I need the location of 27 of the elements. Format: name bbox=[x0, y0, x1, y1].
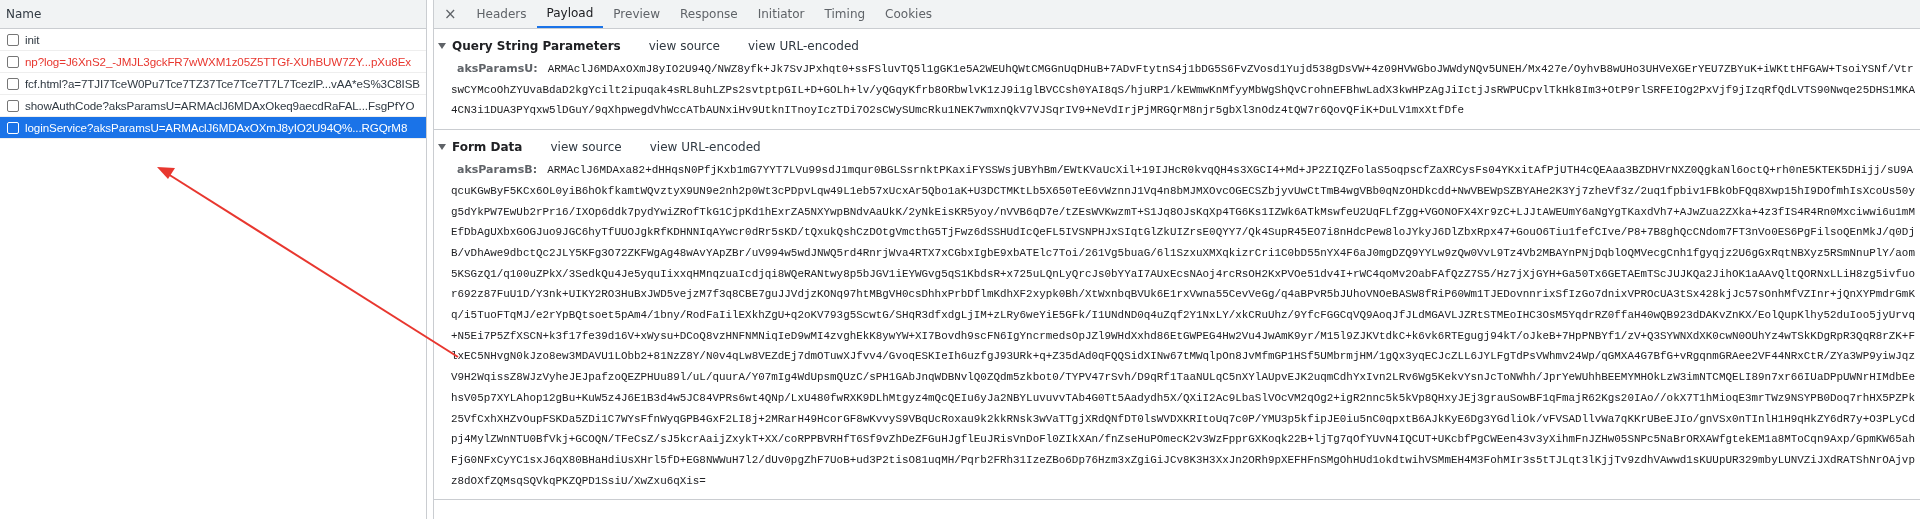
tab[interactable]: Preview bbox=[603, 0, 671, 28]
request-row[interactable]: loginService?aksParamsU=ARMAclJ6MDAxOXmJ8yIO2U94Q%...RGQrM8 bbox=[0, 117, 426, 139]
view-link[interactable]: view source bbox=[550, 140, 622, 155]
expand-triangle-icon[interactable] bbox=[438, 43, 446, 49]
section-title[interactable]: Query String Parameters bbox=[452, 39, 621, 53]
tab[interactable]: Payload bbox=[536, 0, 604, 28]
tab[interactable]: Initiator bbox=[747, 0, 815, 28]
tab[interactable]: Cookies bbox=[875, 0, 943, 28]
view-link[interactable]: view URL-encoded bbox=[649, 140, 761, 155]
checkbox[interactable] bbox=[7, 77, 19, 90]
tab[interactable]: Headers bbox=[466, 0, 537, 28]
request-row[interactable]: init bbox=[0, 29, 426, 51]
request-row[interactable]: np?log=J6XnS2_-JMJL3gckFR7wWXM1z05Z5TTGf-XUhBUW7ZY...pXu8Ex bbox=[0, 51, 426, 73]
close-button[interactable]: × bbox=[434, 0, 467, 28]
section-title[interactable]: Form Data bbox=[452, 140, 523, 155]
tab[interactable]: Response bbox=[670, 0, 748, 28]
expand-triangle-icon[interactable] bbox=[438, 144, 446, 151]
parameter-entry: aksParamsB: ARMAclJ6MDAxa82+dHHqsN0PfjKxb1mG7YYT7LVu99sdJ1mqur0BGLSsrnktPKaxiFYSSWsjUBYhBm/EWtKVaUcXil+19IJHcR0kvqQH4s3XGCI4+Md+JP2ZIQZFolaS5oqpscfZaXRCysFs04YKxitAfPjUTH4cQEAaa3BZDHVrNXZ0QgkaNl6octQ+rh0nE5KTEK5DHijj/sU9AqcuKGwByF5KCx6OL0yiB6hOkfkamtWQvztyX9UN9e2nh2p0Wt3cPDpvLqw49L1eb57xUcxAr5Qbo1aK+U3DCTMKtLb5X650TeE6vWznnJ1Vq4n8bMJMXOvcOGECSZbjyvUwCtTmB4wgVBb0qNzOHDkcdd+NwVBEWpSZBYAHe2K3Yj7zheVf3z/2uq1fpbiv1FBkObFQq8Xwp15hI9DOfmhIsXcoUs50yg5dYkPW7EwUb2rPr16/IXOp6ddk7pydYwiZRofTkG1CjpKd1hExrZA5NXYwpBNdvAaUkK/2yNkEisKR5yoy/nVVB6qD7e/tZEsWVKwzmT+S1Jq8OJsKqXp4TG6Ks1IZWk6ATkMswfeU2UqFLfZgg+VGONOFX4Xr9zC+LJJtAWEUmY6aNgYgTKaxdVh7+AJwZua2ZXka+4z3fIS4R4Rn0Mxciwwi6u1mMEfDbAgUXbxGOGJuo9JGC6hyTfUUOJgkRfKDHNNIqAYwcr0dRr5sKD/tQxukQshCzDOtgVmcthG5TjFwz6dSSHUdIcQeFL5IVSNPHJxSIqtGlZkUIZrsE0QYY7/Qk4SupR45EO7i8nHdcPew8loJYkyJ6DlZbxRpx47+GouO6Tiu1fefCIve/P8+7B8ghQcCNdom7FT3nVo0ES6PgFilsoQEnMkJ/q0DjB/vDhAwe9dbctQc2JLY5KFg3O72ZKFWgAg48wAvYApZBr/uV994w5wdJNWQ5rd4RnrjWva4RTX7xCGbxIgbE9xbATElc7Toi/261Vg5buaG/6l1SzxuXMXqkizrCri1C0bD55nYX4F6aJ0mgDZQ9YYLw9zQw0VvL9Tz4Vb2MBAYnPNjDqblOQMVecgCnh1fgyqjz2U6gGxRqtNBXyz5RSmNnuPlY/aom5KSGzQ1/q100uZPkX/3SedkQu4Je5yquIixxqHMnqzuaIcdjqi8WQeRANtwy8p5bJGV1iEYWGvg5qS1KbdsR+x725uLQnLyQrcJs0bYYaI7AUxEcsNAoj4rcRsOH2KxPVOe51dv4I+rWC4qoMv2OabFAfQzZ7S5/Hz7jXjGYH+Ga50Tx6GETAEmTScJUJKQa2JihOK1aAAvQltQORNxLLiH8zg5ivfuor692z87FuU1D/Y3nk+UIKY2RO3HuBxJWD5vejzM7f3q8CBE7guJJVdjzKONq97htMBgVH0csDhhxPrbDflmKdhXF2xypk0Bh/XtWxnbqBVUk6E1rxVwna55CevVeGg/q4aBPvR5bJUhoVNOeBASW8fRiP60Wm1TJEDovnnrixSfIzGo7dnixVPROcUA3tSx428kjJc57sOnhMfVZInr+jQnXYPmdrGmKq/i5TuoFTqMJ/e2rYpBQtsoet5pAm4/1bny/RodFaIilEXkhZgU+q2oKV793g5ScwtG/SHqR3dfxdgLjIM+zLRy6weYiE5GFk/I1UNdND0q4uZqf2Y1NxLY/xkCRuUhz/9YfcFGGCqVQ9AoqJfJLdMGAVLJZRtSTMEoIHC3OsM5YqdrRZ0ffaH40wQB923dDAKvZnKX/EolQupKlhy52duIoo5jyUrvq+N5Ei7P5ZfXSCN+k3f17fe39d16V+xWysu+DCoQ8vzHNFNMNiqIeD9wMI4zvghEkK8ywYW+XI7Bovdh9scFN6IgYncrmedsOpJZl9WHdXxhd86EtGWPEG4Hw2Vu4JwAmK9yr/M15l9ZJKVtdkC+k6vk6RTEgugj94kT/oJkeB+7HpPNBYf1/zV+Q3SYWNXdXK0cwN0OUhYz4wTSkKDgRpR3QqR8rZK+FlxEC5NHvgN0kJzo8ew3MDAVU1LObb2+81NzZ8Y/N0v4qLw8VEZdEj7dmOTuwXJfvv4/GvoqESKIeIh6uzfgJ93URk+q+Z35dAd0qFQQSidXINw67tMWqlpOn8JvMfmGP1HSf5UMbrmjHM/1gQx3yqECJcZLL6JYLFgTdPsVWhmv24Wp/qGMXA4G7BfG+vRgqnmGRAee2VF44NRxCtR/ZYa3WP9yiwJqzV9H2WqissZ8WJzVyheJEJpafzoQEZPHUu89l/uL/quurA/Y07mIg4WdUpsmQUzC/sPH1GAbJnqWDBNvlQ0ZQdm5zkbot0/TYPV47rSvh/D9qRf1TaaNULqC5nXYlAUpvEJK2uqmCdhYxIvn2LRv6Wg5KekvYsnJcToNWhh/JprYeWUhhBEEMYMHOkLzW3imNTCMQELI89n7xr66IUaDPpUWNrHIMdbEehsV05p7XYLAhop12gBu+KuW5z4J6E1B3d4w5JC84VPRs6wt4QNp/LxU480fwRXK9DLhMtgyz4mQcQEIu6yJa2NBYLuvuvvTAb4G0Tt5Aadydh5X/QXiI2Ac9LbaSlVOcVM2qOg2+igR2nnc5k5kVp8QHxyJEj3grauSowBF1qFmajR62Kgs20IAo//okX7T1hMioqE3mrTWz9NSYPB0Doq7rhHX5PZPk25VfCxhXHZvOupFSKDa5ZDi1C7WYsFfnWyqGPB4GxF2LI8j+2MRarH49HcorGF8wKvvyS9VBqUcRoxau9k2kkRNsk3wVaTTgjXRdQNfDT0lsWVDXKRItoUq7c0P/YMU3p5kfipJE0iu5nC0qpxtB6AJkKyE6Dg3YGdliOk/vFVSADllvWa7qKKrUBeEJIo/gnVSx0nTInlH1H9qHkZY6dR7y+O3PLyCdpj4MylZWnNTU0BfVkj+GCOQN/TFeCsZ/sJ5kcrAaijZxykT+XX/coRPPBVRHfT6Sf9vZhDeZFGuHJgflEuJRisVnDoFl0ZIkXAn/fnZseHuPOmecK2v3WzFpprGXKoqk22B+ljTg7qOfYUvN4IQCUT+UKcbfPgCWEen43v3yXihmFnJZHw05SNPc5NaBrORXAWfgtekEM1a8MToCqn9Axp/GpmKW65ahFjG0NFxCyYC1sxJ6qX80BHaHdiUsXHrl5fD+EG8NWWuH7l2/dUv0pgZhF7UoB+ud3P2tisO81uqMH/Pqrb2FRh31IzeZBo6Dp76Hzm3xZgiGiJCv8K3H3XxJn2ORh9pXEFHFnSMgOhHUd1okdtwihVSMmEH4M3FohMIr3s5tTJLqt3lKjjTv9zdhVAwwd1sKUUpUR329mbyLUNVZiJXdRATShNrOAjvpz8dOXfZQMsqSQVkqPKZQPD1SsiU/XwZxu6qXis= bbox=[450, 162, 1916, 489]
checkbox[interactable] bbox=[7, 33, 19, 46]
parameter-entry: aksParamsU: ARMAclJ6MDAxOXmJ8yIO2U94Q/NWZ8yfk+Jk7SvJPxhqt0+ssFSluvTQ5l1gGK1e5A2WEUhQWtCMGGnUqDHuB+7ADvFtytnS4j1bDG5S6FvZVosd1Yujd538gDsVW+4z09HVWGboJWWdyNQv5UNEH/Mx427e/OyhvB8wUHo3UHVeXGErYEU7ZBYuK+iWKttHFGAW+TsoiYSNf/VtrswCYMcoOhZYUvaBdaD2kgYcilt2ipuqak4sRL8uhLZPs2svtptpGIL+D+GOLh+lv/yQGqyKfrb8ORbwlvK1zJ9i1glBVCCsh0YAI8qS/hjuRP1/kEWmwKnMfyyMbWgShQvCrohnEFBhwLadX3kwHPzAgJiIctjJsRWPUCpvlTkHk8Im3+OtP9rlSRFEIOg2PxVjf9jIzqRfQdLVTS90Nwqe25DHS1MKA4CN3i1DUA3PYqxw5lDGuY/9qXhpwegdVhWccATbAUNxiHv9UtknITnoyIczTDi7O2sCWySUmcRku1NEK7wmxnQkV7VJSqrIV9+NeVdIrjPjMRGQrM8njr5gbXl3nOdz4tQW7r6QovQFiK+DuLV1mxXtfDfe bbox=[450, 61, 1916, 119]
column-header[interactable]: Name bbox=[0, 0, 426, 29]
view-link[interactable]: view URL-encoded bbox=[748, 39, 859, 53]
view-link[interactable]: view source bbox=[648, 39, 720, 53]
checkbox[interactable] bbox=[7, 55, 19, 68]
tab[interactable]: Timing bbox=[814, 0, 876, 28]
request-row[interactable]: fcf.html?a=7TJI7TceW0Pu7Tce7TZ37Tce7Tce7T7L7TcezlP...vAA*eS%3C8ISB bbox=[0, 73, 426, 95]
checkbox[interactable] bbox=[7, 99, 19, 112]
